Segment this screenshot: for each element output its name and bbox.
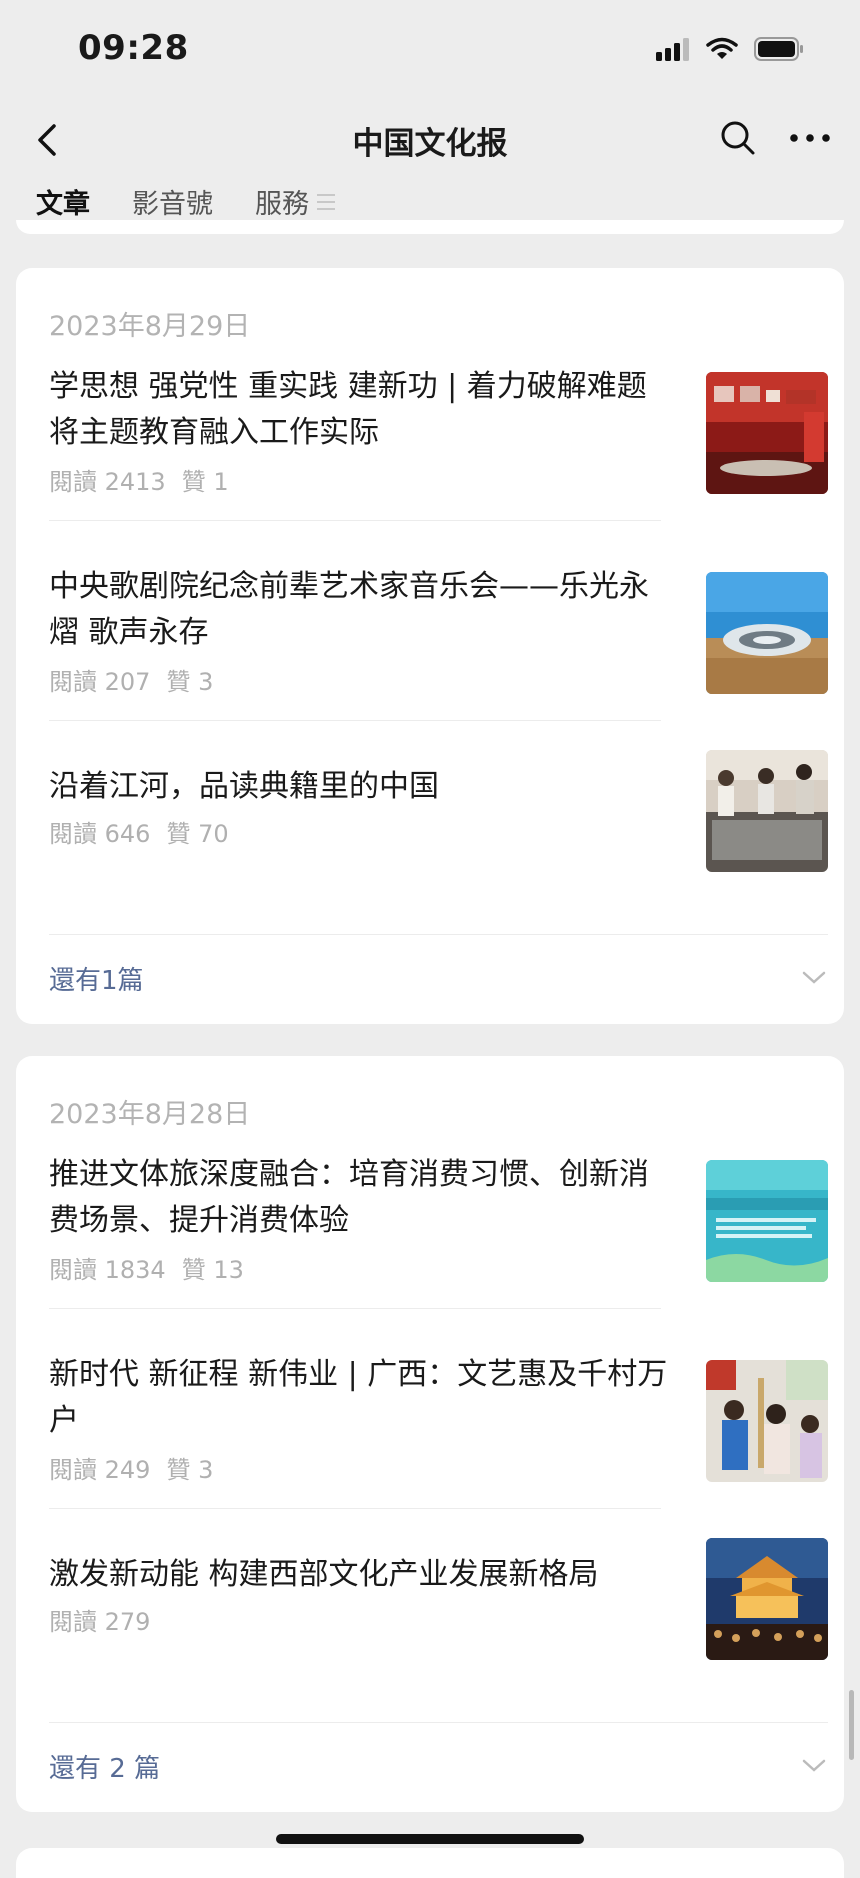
chevron-down-icon bbox=[802, 971, 826, 984]
article-item[interactable]: 学思想 强党性 重实践 建新功 | 着力破解难题 将主题教育融入工作实际 閱讀 … bbox=[49, 364, 828, 500]
expand-more-row[interactable]: 還有 2 篇 bbox=[49, 1736, 828, 1796]
item-divider bbox=[49, 520, 661, 521]
article-meta: 閱讀 249 贊 3 bbox=[49, 1450, 213, 1485]
group-date: 2023年8月28日 bbox=[49, 1099, 251, 1130]
read-count: 閱讀 646 bbox=[49, 820, 151, 848]
article-thumbnail bbox=[706, 1160, 828, 1282]
item-divider bbox=[49, 1508, 661, 1509]
card-divider bbox=[49, 1722, 828, 1723]
article-meta: 閱讀 2413 贊 1 bbox=[49, 462, 229, 497]
article-item[interactable]: 沿着江河，品读典籍里的中国 閱讀 646 贊 70 bbox=[49, 750, 828, 900]
chevron-down-icon bbox=[802, 1759, 826, 1772]
more-articles-link: 還有1篇 bbox=[49, 965, 144, 996]
scrollbar[interactable] bbox=[849, 1690, 854, 1760]
read-count: 閱讀 1834 bbox=[49, 1256, 166, 1284]
article-title: 中央歌剧院纪念前辈艺术家音乐会——乐光永熠 歌声永存 bbox=[49, 569, 649, 650]
article-title: 激发新动能 构建西部文化产业发展新格局 bbox=[49, 1557, 599, 1592]
like-count: 贊 13 bbox=[181, 1256, 244, 1284]
article-thumbnail bbox=[706, 1538, 828, 1660]
like-count: 贊 1 bbox=[181, 468, 229, 496]
menu-lines-icon bbox=[317, 193, 335, 210]
battery-icon bbox=[754, 37, 803, 61]
article-thumbnail bbox=[706, 572, 828, 694]
tab-label: 服務 bbox=[255, 189, 309, 220]
tab-label: 影音號 bbox=[132, 189, 213, 220]
article-meta: 閱讀 207 贊 3 bbox=[49, 662, 213, 697]
article-title: 沿着江河，品读典籍里的中国 bbox=[49, 769, 439, 804]
status-icons bbox=[656, 34, 804, 64]
article-group-card: 2023年8月29日 学思想 强党性 重实践 建新功 | 着力破解难题 将主题教… bbox=[16, 268, 844, 1024]
search-icon[interactable] bbox=[718, 118, 758, 158]
article-title: 推进文体旅深度融合：培育消费习惯、创新消费场景、提升消费体验 bbox=[49, 1157, 649, 1238]
tab-label: 文章 bbox=[36, 189, 90, 220]
article-thumbnail bbox=[706, 1360, 828, 1482]
next-card-edge bbox=[16, 1848, 844, 1878]
article-title: 学思想 强党性 重实践 建新功 | 着力破解难题 将主题教育融入工作实际 bbox=[49, 369, 647, 450]
like-count: 贊 3 bbox=[166, 668, 214, 696]
like-count: 贊 3 bbox=[166, 1456, 214, 1484]
item-divider bbox=[49, 720, 661, 721]
card-divider bbox=[49, 934, 828, 935]
expand-more-row[interactable]: 還有1篇 bbox=[49, 948, 828, 1008]
article-item[interactable]: 中央歌剧院纪念前辈艺术家音乐会——乐光永熠 歌声永存 閱讀 207 贊 3 bbox=[49, 564, 828, 700]
item-divider bbox=[49, 1308, 661, 1309]
nav-bar: 中国文化报 文章 影音號 服務 bbox=[0, 96, 860, 238]
article-thumbnail bbox=[706, 750, 828, 872]
article-title: 新时代 新征程 新伟业 | 广西：文艺惠及千村万户 bbox=[49, 1357, 668, 1438]
wifi-icon bbox=[706, 37, 738, 59]
article-item[interactable]: 推进文体旅深度融合：培育消费习惯、创新消费场景、提升消费体验 閱讀 1834 贊… bbox=[49, 1152, 828, 1288]
signal-icon bbox=[656, 38, 689, 61]
previous-card-edge bbox=[16, 220, 844, 234]
article-item[interactable]: 新时代 新征程 新伟业 | 广西：文艺惠及千村万户 閱讀 249 贊 3 bbox=[49, 1352, 828, 1488]
more-icon[interactable] bbox=[786, 120, 834, 156]
status-bar: 09:28 bbox=[0, 0, 860, 96]
home-indicator[interactable] bbox=[276, 1834, 584, 1844]
read-count: 閱讀 279 bbox=[49, 1608, 151, 1636]
article-group-card: 2023年8月28日 推进文体旅深度融合：培育消费习惯、创新消费场景、提升消费体… bbox=[16, 1056, 844, 1812]
group-date: 2023年8月29日 bbox=[49, 311, 251, 342]
article-thumbnail bbox=[706, 372, 828, 494]
article-meta: 閱讀 1834 贊 13 bbox=[49, 1250, 244, 1285]
more-articles-link: 還有 2 篇 bbox=[49, 1753, 161, 1784]
article-meta: 閱讀 646 贊 70 bbox=[49, 814, 229, 849]
read-count: 閱讀 207 bbox=[49, 668, 151, 696]
article-meta: 閱讀 279 bbox=[49, 1602, 166, 1637]
read-count: 閱讀 2413 bbox=[49, 468, 166, 496]
status-time: 09:28 bbox=[78, 28, 189, 68]
read-count: 閱讀 249 bbox=[49, 1456, 151, 1484]
article-item[interactable]: 激发新动能 构建西部文化产业发展新格局 閱讀 279 bbox=[49, 1538, 828, 1688]
like-count: 贊 70 bbox=[166, 820, 229, 848]
